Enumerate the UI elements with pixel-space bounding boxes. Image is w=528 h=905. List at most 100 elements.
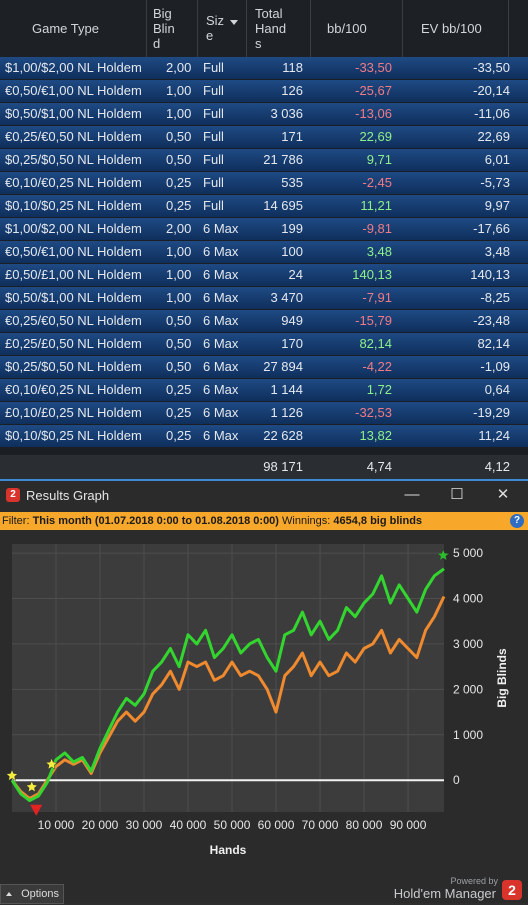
table-row[interactable]: €0,10/€0,25 NL Holdem 0,25 Full 535 -2,45 -5,… bbox=[0, 172, 528, 194]
col-big-blind-label-2: Blin bbox=[153, 21, 175, 36]
table-row[interactable]: €0,10/€0,25 NL Holdem 0,25 6 Max 1 144 1,72 0… bbox=[0, 379, 528, 401]
big-blind-cell: 2,00 bbox=[166, 221, 192, 236]
total-hands-cell: 3 036 bbox=[270, 106, 303, 121]
col-size-label-2: e bbox=[206, 28, 214, 43]
table-row[interactable]: £0,10/£0,25 NL Holdem 0,25 6 Max 1 126 -32,5… bbox=[0, 402, 528, 424]
game-type-cell: £0,50/£1,00 NL Holdem bbox=[5, 267, 142, 282]
bb100-cell: 11,21 bbox=[360, 198, 392, 213]
table-row[interactable]: €0,50/€1,00 NL Holdem 1,00 Full 126 -25,67 -2… bbox=[0, 80, 528, 102]
big-blind-cell: 0,25 bbox=[166, 405, 192, 420]
ev-bb100-cell: 82,14 bbox=[477, 336, 510, 351]
size-cell: 6 Max bbox=[203, 221, 239, 236]
table-row[interactable]: $0,25/$0,50 NL Holdem 0,50 Full 21 786 9,71 6… bbox=[0, 149, 528, 171]
table-row[interactable]: €0,25/€0,50 NL Holdem 0,50 6 Max 949 -15,79 -… bbox=[0, 310, 528, 332]
x-tick-label: 10 000 bbox=[38, 818, 75, 832]
table-row[interactable]: $0,10/$0,25 NL Holdem 0,25 6 Max 22 628 13,8… bbox=[0, 425, 528, 447]
game-type-cell: $1,00/$2,00 NL Holdem bbox=[5, 221, 142, 236]
game-type-cell: €0,10/€0,25 NL Holdem bbox=[5, 175, 142, 190]
size-cell: 6 Max bbox=[203, 313, 239, 328]
big-blind-cell: 1,00 bbox=[166, 267, 192, 282]
ev-bb100-cell: 140,13 bbox=[470, 267, 510, 282]
total-hands-cell: 949 bbox=[281, 313, 303, 328]
table-row[interactable]: $1,00/$2,00 NL Holdem 2,00 Full 118 -33,50 -3… bbox=[0, 57, 528, 79]
sort-down-icon[interactable] bbox=[230, 20, 238, 25]
col-bb100[interactable]: bb/100 bbox=[311, 0, 403, 57]
big-blind-cell: 1,00 bbox=[166, 106, 192, 121]
y-tick-label: 4 000 bbox=[453, 592, 483, 606]
col-total-hands-label-3: s bbox=[255, 36, 262, 51]
game-type-cell: $1,00/$2,00 NL Holdem bbox=[5, 60, 142, 75]
y-axis-label: Big Blinds bbox=[495, 648, 509, 708]
table-row[interactable]: $0,10/$0,25 NL Holdem 0,25 Full 14 695 11,21… bbox=[0, 195, 528, 217]
game-type-cell: $0,25/$0,50 NL Holdem bbox=[5, 359, 142, 374]
total-hands-cell: 27 894 bbox=[263, 359, 303, 374]
col-big-blind[interactable]: Big Blin d bbox=[147, 0, 198, 57]
table-row[interactable]: £0,50/£1,00 NL Holdem 1,00 6 Max 24 140,13 14… bbox=[0, 264, 528, 286]
size-cell: 6 Max bbox=[203, 336, 239, 351]
big-blind-cell: 0,25 bbox=[166, 382, 192, 397]
col-size-label-1: Siz bbox=[206, 13, 225, 28]
ev-bb100-cell: 3,48 bbox=[484, 244, 510, 259]
ev-bb100-cell: 6,01 bbox=[484, 152, 510, 167]
y-tick-label: 5 000 bbox=[453, 546, 483, 560]
table-body: $1,00/$2,00 NL Holdem 2,00 Full 118 -33,50 -3… bbox=[0, 57, 528, 448]
col-total-hands-label-2: Hand bbox=[255, 21, 287, 36]
game-type-cell: $0,50/$1,00 NL Holdem bbox=[5, 106, 142, 121]
big-blind-cell: 0,50 bbox=[166, 336, 192, 351]
table-row[interactable]: $0,50/$1,00 NL Holdem 1,00 6 Max 3 470 -7,91… bbox=[0, 287, 528, 309]
total-hands-cell: 199 bbox=[281, 221, 303, 236]
total-hands-cell: 118 bbox=[282, 60, 303, 75]
bb100-cell: -2,45 bbox=[362, 175, 392, 190]
col-game-type-label: Game Type bbox=[32, 21, 99, 36]
x-tick-label: 80 000 bbox=[346, 818, 383, 832]
size-cell: Full bbox=[203, 60, 224, 75]
table-row[interactable]: $0,25/$0,50 NL Holdem 0,50 6 Max 27 894 -4,2… bbox=[0, 356, 528, 378]
bb100-cell: -15,79 bbox=[355, 313, 392, 328]
x-tick-label: 20 000 bbox=[82, 818, 119, 832]
big-blind-cell: 0,50 bbox=[166, 313, 192, 328]
options-label: Options bbox=[21, 888, 59, 900]
col-ev-bb100-label: EV bb/100 bbox=[421, 21, 482, 36]
bb100-cell: 1,72 bbox=[366, 382, 392, 397]
game-type-cell: €0,10/€0,25 NL Holdem bbox=[5, 382, 142, 397]
size-cell: Full bbox=[203, 152, 224, 167]
size-cell: 6 Max bbox=[203, 382, 239, 397]
game-type-cell: $0,10/$0,25 NL Holdem bbox=[5, 198, 142, 213]
game-type-cell: $0,25/$0,50 NL Holdem bbox=[5, 152, 142, 167]
table-row[interactable]: $0,50/$1,00 NL Holdem 1,00 Full 3 036 -13,06… bbox=[0, 103, 528, 125]
ev-bb100-cell: -5,73 bbox=[480, 175, 510, 190]
size-cell: Full bbox=[203, 175, 224, 190]
big-blind-cell: 0,25 bbox=[166, 428, 192, 443]
bb100-cell: -7,91 bbox=[362, 290, 392, 305]
table-row[interactable]: €0,50/€1,00 NL Holdem 1,00 6 Max 100 3,48 3,4… bbox=[0, 241, 528, 263]
size-cell: 6 Max bbox=[203, 290, 239, 305]
table-row[interactable]: £0,25/£0,50 NL Holdem 0,50 6 Max 170 82,14 82… bbox=[0, 333, 528, 355]
bb100-cell: 82,14 bbox=[359, 336, 392, 351]
total-hands-cell: 126 bbox=[281, 83, 303, 98]
x-tick-label: 40 000 bbox=[170, 818, 207, 832]
col-total-hands[interactable]: Total Hand s bbox=[247, 0, 311, 57]
game-type-cell: £0,25/£0,50 NL Holdem bbox=[5, 336, 142, 351]
table-row[interactable]: $1,00/$2,00 NL Holdem 2,00 6 Max 199 -9,81 -1… bbox=[0, 218, 528, 240]
big-blind-cell: 1,00 bbox=[166, 83, 192, 98]
x-tick-label: 70 000 bbox=[302, 818, 339, 832]
options-button[interactable]: Options bbox=[0, 884, 64, 904]
total-hands-cell: 1 144 bbox=[270, 382, 303, 397]
ev-bb100-cell: -1,09 bbox=[480, 359, 510, 374]
powered-by-text: Powered by bbox=[450, 876, 498, 886]
col-ev-bb100[interactable]: EV bb/100 bbox=[403, 0, 509, 57]
col-size[interactable]: Siz e bbox=[198, 0, 247, 57]
bb100-cell: 3,48 bbox=[366, 244, 392, 259]
total-hands-cell: 24 bbox=[288, 267, 303, 282]
table-row[interactable]: €0,25/€0,50 NL Holdem 0,50 Full 171 22,69 22,… bbox=[0, 126, 528, 148]
totals-ev-bb100: 4,12 bbox=[484, 459, 510, 474]
big-blind-cell: 0,25 bbox=[166, 198, 192, 213]
total-hands-cell: 1 126 bbox=[270, 405, 303, 420]
totals-row: 98 171 4,74 4,12 bbox=[0, 455, 528, 479]
y-tick-label: 3 000 bbox=[453, 637, 483, 651]
size-cell: Full bbox=[203, 106, 224, 121]
game-type-cell: €0,25/€0,50 NL Holdem bbox=[5, 129, 142, 144]
col-game-type[interactable]: Game Type bbox=[0, 0, 147, 57]
brand-name: Hold'em Manager bbox=[393, 886, 496, 901]
y-tick-label: 2 000 bbox=[453, 682, 483, 696]
